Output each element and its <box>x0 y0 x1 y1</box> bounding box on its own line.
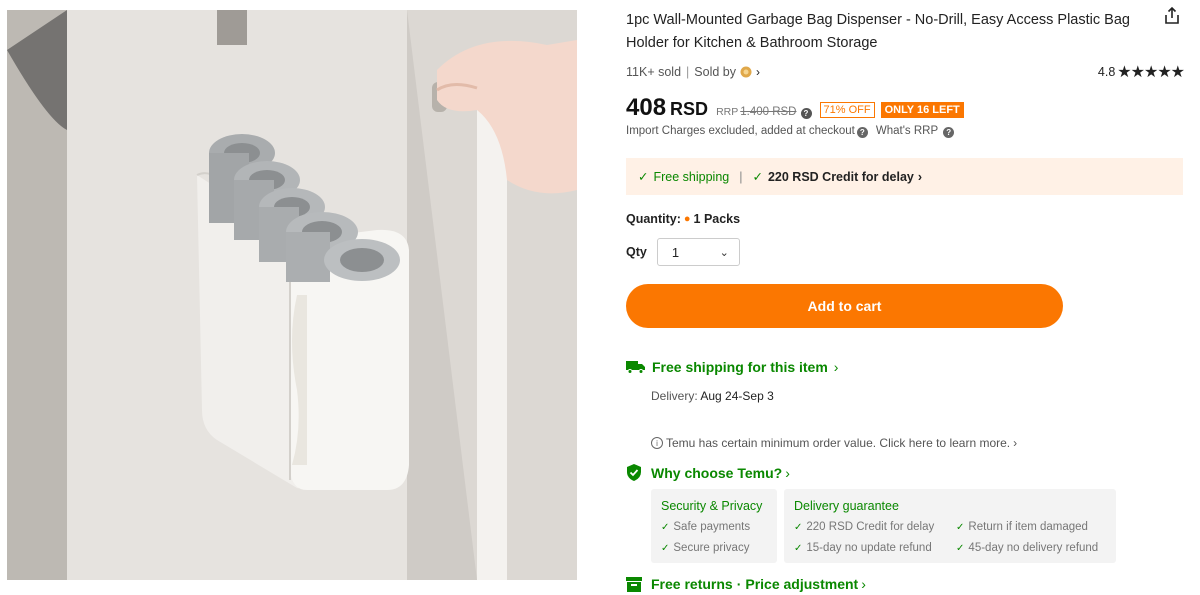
packs-value: 1 Packs <box>693 212 741 226</box>
price-adjustment-label: Price adjustment <box>745 576 859 592</box>
guarantee-item-label: 45-day no delivery refund <box>968 542 1099 554</box>
free-shipping-item-label: Free shipping for this item <box>652 359 828 375</box>
price-value: 408 <box>626 94 667 121</box>
guarantee-list: ✓ 220 RSD Credit for delay ✓ Return if ite… <box>794 517 1106 559</box>
import-charges-note: Import Charges excluded, added at checko… <box>626 125 962 138</box>
banner-divider: | <box>739 169 743 184</box>
separator-dot: · <box>736 576 742 592</box>
security-privacy-box[interactable]: Security & Privacy ✓ Safe payments ✓ Secur… <box>651 489 777 563</box>
whats-rrp-help-icon[interactable]: ? <box>943 126 955 138</box>
sold-by-label: Sold by <box>694 65 736 79</box>
check-icon: ✓ <box>661 522 670 533</box>
qty-select[interactable]: 1 ⌄ <box>656 238 740 266</box>
delivery-label: Delivery: <box>651 389 698 403</box>
free-shipping-item-link[interactable]: Free shipping for this item › <box>626 359 838 375</box>
seller-badge-icon <box>740 66 752 78</box>
chevron-right-icon: › <box>917 169 923 184</box>
import-charges-text: Import Charges excluded, added at checko… <box>626 125 855 137</box>
delivery-estimate: Delivery: Aug 24-Sep 3 <box>651 389 774 403</box>
sold-count: 11K+ sold <box>626 65 682 79</box>
check-icon: ✓ <box>794 543 803 554</box>
guarantee-item-label: 15-day no update refund <box>806 542 932 554</box>
chevron-right-icon: › <box>1013 436 1018 450</box>
security-item-label: Secure privacy <box>673 542 750 554</box>
free-shipping-label: Free shipping <box>653 169 730 184</box>
check-icon: ✓ <box>956 543 965 554</box>
guarantee-item: ✓ Return if item damaged <box>956 517 1106 538</box>
import-help-icon[interactable]: ? <box>856 126 868 138</box>
guarantee-item: ✓ 45-day no delivery refund <box>956 538 1106 559</box>
rrp-label: RRP <box>716 106 739 118</box>
return-box-icon <box>626 576 642 592</box>
chevron-right-icon: › <box>755 65 760 79</box>
min-order-text: Temu has certain minimum order value. Cl… <box>666 436 1011 450</box>
check-icon: ✓ <box>661 543 670 554</box>
truck-icon <box>626 361 645 374</box>
stock-badge: ONLY 16 LEFT <box>880 102 964 118</box>
guarantee-item-label: 220 RSD Credit for delay <box>806 521 935 533</box>
info-icon: i <box>651 437 663 449</box>
product-title: 1pc Wall-Mounted Garbage Bag Dispenser -… <box>626 12 1130 51</box>
why-choose-temu-link[interactable]: Why choose Temu? › <box>626 464 790 481</box>
whats-rrp-link[interactable]: What's RRP <box>876 125 938 137</box>
qty-value: 1 <box>671 244 680 260</box>
guarantee-item: ✓ 220 RSD Credit for delay <box>794 517 942 538</box>
sold-by-link[interactable]: Sold by › <box>694 65 760 79</box>
min-order-link[interactable]: i Temu has certain minimum order value. … <box>651 436 1017 450</box>
quantity-info: Quantity: ● 1 Packs <box>626 212 740 226</box>
shield-check-icon <box>627 464 641 481</box>
check-icon: ✓ <box>752 170 763 184</box>
why-choose-temu-label: Why choose Temu? <box>651 464 783 481</box>
rating[interactable]: 4.8 ★★★★★ <box>1097 62 1185 82</box>
qty-label: Qty <box>626 245 647 259</box>
chevron-down-icon: ⌄ <box>719 246 729 259</box>
rrp-value: 1.400 RSD <box>740 106 797 118</box>
check-icon: ✓ <box>794 522 803 533</box>
chevron-right-icon: › <box>785 464 790 481</box>
check-icon: ✓ <box>956 522 965 533</box>
guarantee-title: Delivery guarantee <box>794 499 899 513</box>
product-image[interactable] <box>7 10 577 580</box>
qty-selector-row: Qty 1 ⌄ <box>626 238 740 266</box>
rrp-help-icon[interactable]: ? <box>800 108 812 119</box>
security-item: ✓ Secure privacy <box>661 538 767 559</box>
chevron-right-icon: › <box>861 576 866 592</box>
security-item-label: Safe payments <box>673 521 751 533</box>
chevron-right-icon: › <box>833 359 839 375</box>
share-icon[interactable] <box>1162 6 1182 26</box>
price-currency: RSD <box>670 99 709 119</box>
delay-credit-label: 220 RSD Credit for delay <box>767 169 914 184</box>
meta-separator: | <box>686 65 690 79</box>
rating-stars-icon: ★★★★★ <box>1117 64 1185 81</box>
rating-value: 4.8 <box>1097 65 1116 79</box>
security-item: ✓ Safe payments <box>661 517 767 538</box>
quantity-label: Quantity: <box>626 212 681 226</box>
discount-badge: 71% OFF <box>819 102 875 118</box>
check-icon: ✓ <box>638 170 649 184</box>
guarantee-item-label: Return if item damaged <box>968 521 1088 533</box>
add-to-cart-button[interactable]: Add to cart <box>626 284 1063 328</box>
guarantee-item: ✓ 15-day no update refund <box>794 538 942 559</box>
security-title: Security & Privacy <box>661 499 763 513</box>
delivery-dates: Aug 24-Sep 3 <box>700 389 774 403</box>
free-returns-link[interactable]: Free returns · Price adjustment › <box>626 576 866 592</box>
flame-icon: ● <box>683 213 691 225</box>
product-meta: 11K+ sold | Sold by › 4.8 ★★★★★ <box>626 62 1185 82</box>
delivery-guarantee-box[interactable]: Delivery guarantee ✓ 220 RSD Credit for d… <box>784 489 1116 563</box>
shipping-banner[interactable]: ✓ Free shipping | ✓ 220 RSD Credit for d… <box>626 158 1183 195</box>
free-returns-label: Free returns <box>651 576 733 592</box>
price-row: 408 RSD RRP 1.400 RSD ? 71% OFF ONLY 16 … <box>626 94 964 122</box>
